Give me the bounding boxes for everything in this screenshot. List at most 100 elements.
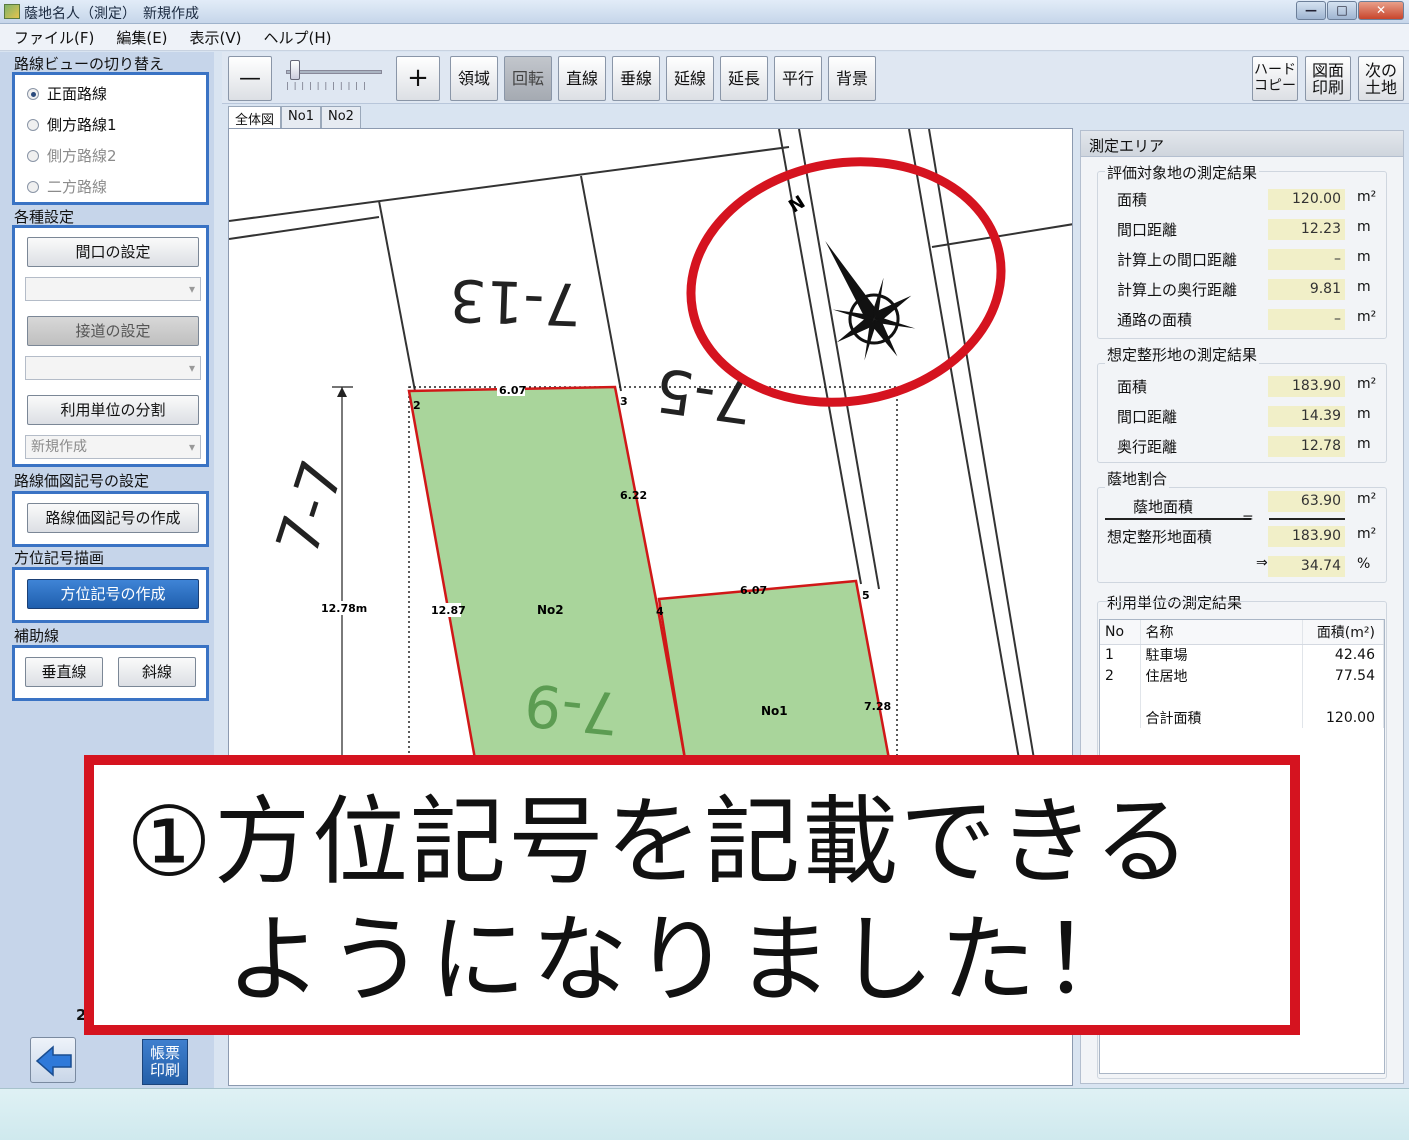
- frontage-settings-button[interactable]: 間口の設定: [27, 237, 199, 267]
- radio-label: 二方路線: [47, 178, 108, 196]
- route-price-group: 路線価図記号の作成: [12, 491, 209, 547]
- frontage-combo[interactable]: [25, 277, 201, 301]
- tool-area-button[interactable]: 領域: [450, 56, 498, 101]
- cell-name: 住居地: [1140, 665, 1303, 686]
- ratio-denominator-value: 183.90: [1268, 526, 1345, 547]
- equals-sign: =: [1242, 510, 1254, 526]
- next-land-button[interactable]: 次の 土地: [1358, 56, 1404, 101]
- zoom-ticks: |||||||||||: [286, 81, 371, 90]
- tool-background-button[interactable]: 背景: [828, 56, 876, 101]
- back-button[interactable]: [30, 1037, 76, 1083]
- eval-passage-area-value: –: [1268, 309, 1345, 330]
- app-icon: [4, 4, 20, 19]
- title-bar: 蔭地名人（測定） 新規作成 — □ ✕: [0, 0, 1409, 24]
- col-name-header[interactable]: 名称: [1140, 620, 1303, 645]
- radio-front-route[interactable]: 正面路線: [27, 83, 107, 104]
- area-label-no2: No2: [537, 603, 564, 617]
- vertical-line-button[interactable]: 垂直線: [25, 657, 103, 687]
- menu-edit[interactable]: 編集(E): [116, 27, 167, 48]
- unit-label: m: [1357, 406, 1371, 422]
- table-row[interactable]: 2 住居地 77.54: [1100, 665, 1384, 686]
- unit-label: m²: [1357, 491, 1377, 507]
- unit-select-combo[interactable]: 新規作成: [25, 435, 201, 459]
- eval-frontage-value: 12.23: [1268, 219, 1345, 240]
- tab-no2[interactable]: No2: [320, 106, 361, 128]
- minimize-button[interactable]: —: [1296, 1, 1326, 20]
- radio-dot: [27, 180, 39, 193]
- road-contact-combo[interactable]: [25, 356, 201, 380]
- split-units-button[interactable]: 利用単位の分割: [27, 395, 199, 425]
- radio-side-route-2[interactable]: 側方路線2: [27, 145, 117, 166]
- compass-create-button[interactable]: 方位記号の作成: [27, 579, 199, 609]
- settings-title: 各種設定: [14, 208, 75, 226]
- radio-dot: [27, 149, 39, 162]
- zoom-out-button[interactable]: —: [228, 56, 272, 101]
- point-number: 4: [656, 605, 664, 618]
- assumed-frontage-label: 間口距離: [1117, 408, 1178, 426]
- tool-extension-button[interactable]: 延長: [720, 56, 768, 101]
- settings-group: 間口の設定 接道の設定 利用単位の分割 新規作成: [12, 225, 209, 467]
- route-view-title: 路線ビューの切り替え: [14, 55, 165, 73]
- radio-two-way-route[interactable]: 二方路線: [27, 176, 107, 197]
- parcel-label-7-7: 7-7: [263, 452, 357, 563]
- print-form-button[interactable]: 帳票 印刷: [142, 1039, 188, 1085]
- radio-dot: [27, 87, 39, 100]
- tool-line-button[interactable]: 直線: [558, 56, 606, 101]
- parcel-no1[interactable]: [657, 579, 891, 761]
- panel-title: 測定エリア: [1089, 137, 1165, 155]
- route-price-button[interactable]: 路線価図記号の作成: [27, 503, 199, 533]
- zoom-track: [286, 70, 382, 74]
- back-arrow-icon: [35, 1045, 72, 1077]
- fraction-bar: [1105, 518, 1251, 520]
- unit-label: m²: [1357, 376, 1377, 392]
- print-drawing-button[interactable]: 図面 印刷: [1305, 56, 1351, 101]
- menu-view[interactable]: 表示(V): [190, 27, 242, 48]
- assumed-area-value: 183.90: [1268, 376, 1345, 397]
- ratio-numerator-label: 蔭地面積: [1133, 498, 1194, 516]
- unit-label: m: [1357, 279, 1371, 295]
- zoom-in-button[interactable]: +: [396, 56, 440, 101]
- assumed-group-title: 想定整形地の測定結果: [1105, 344, 1260, 365]
- table-header-row: No 名称 面積(m²): [1100, 620, 1384, 645]
- menu-file[interactable]: ファイル(F): [14, 27, 94, 48]
- radio-side-route-1[interactable]: 側方路線1: [27, 114, 117, 135]
- radio-label: 正面路線: [47, 85, 108, 103]
- tool-perpendicular-button[interactable]: 垂線: [612, 56, 660, 101]
- callout-line-1: ①方位記号を記載できる: [126, 786, 1193, 898]
- zoom-slider[interactable]: |||||||||||: [286, 60, 386, 90]
- route-view-group: 正面路線 側方路線1 側方路線2 二方路線: [12, 72, 209, 205]
- table-row[interactable]: 1 駐車場 42.46: [1100, 644, 1384, 665]
- tool-rotate-button[interactable]: 回転: [504, 56, 552, 101]
- diagonal-line-button[interactable]: 斜線: [118, 657, 196, 687]
- dimension-label: 6.07: [499, 384, 526, 397]
- close-button[interactable]: ✕: [1358, 1, 1404, 20]
- zoom-thumb[interactable]: [290, 60, 300, 80]
- callout-line-2: ようになりました！: [226, 904, 1144, 1016]
- parcel-label-7-9: 7-9: [521, 670, 622, 748]
- cell-no: 2: [1100, 665, 1141, 686]
- aux-lines-group: 垂直線 斜線: [12, 645, 209, 701]
- assumed-depth-value: 12.78: [1268, 436, 1345, 457]
- view-tabs: 全体図 No1 No2: [228, 106, 361, 128]
- col-area-header[interactable]: 面積(m²): [1302, 620, 1384, 645]
- tool-extend-line-button[interactable]: 延線: [666, 56, 714, 101]
- tab-no1[interactable]: No1: [281, 106, 321, 128]
- assumed-area-label: 面積: [1117, 378, 1148, 396]
- cell-no: 1: [1100, 644, 1141, 665]
- unit-label: m: [1357, 436, 1371, 452]
- col-no-header[interactable]: No: [1100, 620, 1141, 645]
- road-contact-button[interactable]: 接道の設定: [27, 316, 199, 346]
- eval-area-value: 120.00: [1268, 189, 1345, 210]
- unit-label: m: [1357, 249, 1371, 265]
- tool-parallel-button[interactable]: 平行: [774, 56, 822, 101]
- cell-area: 42.46: [1302, 644, 1384, 665]
- dimension-label: 6.22: [620, 489, 647, 502]
- menu-help[interactable]: ヘルプ(H): [264, 27, 332, 48]
- tab-overall[interactable]: 全体図: [228, 106, 282, 128]
- compass-north-letter: N: [785, 192, 809, 218]
- maximize-button[interactable]: □: [1327, 1, 1357, 20]
- hard-copy-button[interactable]: ハード コピー: [1252, 56, 1298, 101]
- area-label-no1: No1: [761, 704, 788, 718]
- total-row: 合計面積 120.00: [1100, 707, 1384, 728]
- eval-passage-area-label: 通路の面積: [1117, 311, 1193, 329]
